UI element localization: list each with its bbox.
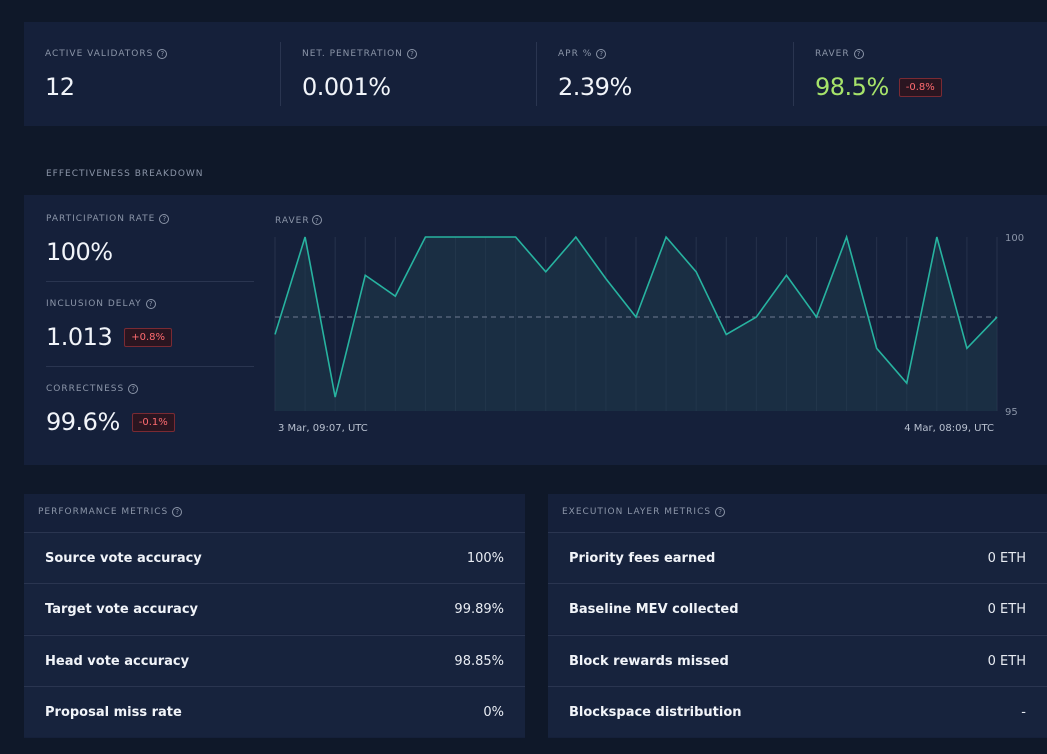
panel-title: EXECUTION LAYER METRICS — [562, 507, 712, 517]
section-title: EFFECTIVENESS BREAKDOWN — [46, 169, 204, 179]
stat-apr: APR %? 2.39% — [537, 22, 793, 126]
help-icon[interactable]: ? — [406, 49, 417, 59]
table-row: Proposal miss rate 0% — [24, 686, 525, 737]
row-label: Source vote accuracy — [45, 550, 202, 566]
help-icon[interactable]: ? — [853, 49, 864, 59]
table-row: Priority fees earned 0 ETH — [548, 532, 1047, 583]
divider — [46, 366, 254, 367]
stat-raver: RAVER? 98.5% -0.8% — [794, 22, 1044, 126]
stat-label: RAVER — [815, 49, 850, 59]
row-value: - — [1021, 704, 1026, 720]
metric-label: CORRECTNESS — [46, 384, 125, 394]
metric-value: 1.013 — [46, 323, 113, 351]
change-badge: -0.8% — [898, 77, 942, 97]
change-badge: +0.8% — [124, 327, 173, 347]
row-label: Priority fees earned — [569, 550, 716, 566]
help-icon[interactable]: ? — [128, 384, 139, 394]
y-tick-label: 100 — [1005, 233, 1024, 244]
top-stats-panel: ACTIVE VALIDATORS? 12 NET. PENETRATION? … — [24, 22, 1047, 126]
performance-metrics-panel: PERFORMANCE METRICS? Source vote accurac… — [24, 494, 525, 738]
row-label: Target vote accuracy — [45, 601, 199, 617]
x-end-label: 4 Mar, 08:09, UTC — [904, 423, 994, 434]
table-row: Blockspace distribution - — [548, 686, 1047, 737]
row-value: 100% — [466, 550, 504, 566]
help-icon[interactable]: ? — [715, 507, 726, 517]
stat-label: NET. PENETRATION — [302, 49, 403, 59]
table-row: Target vote accuracy 99.89% — [24, 583, 525, 634]
help-icon[interactable]: ? — [596, 49, 607, 59]
help-icon-glyph: ? — [315, 217, 319, 225]
chart-title: RAVER — [275, 216, 310, 226]
stat-label: ACTIVE VALIDATORS — [45, 49, 154, 59]
stat-net-penetration: NET. PENETRATION? 0.001% — [281, 22, 537, 126]
metric-label: PARTICIPATION RATE — [46, 214, 156, 224]
row-label: Blockspace distribution — [569, 704, 742, 720]
row-label: Head vote accuracy — [45, 653, 190, 669]
stat-value: 12 — [45, 73, 75, 101]
stat-value: 0.001% — [302, 73, 391, 101]
help-icon[interactable]: ? — [157, 49, 168, 59]
row-value: 0% — [483, 704, 504, 720]
row-value: 99.89% — [454, 601, 504, 617]
stat-value: 98.5% — [815, 73, 889, 101]
help-icon[interactable]: ? — [159, 214, 170, 224]
table-row: Source vote accuracy 100% — [24, 532, 525, 583]
help-icon[interactable]: ? — [172, 507, 183, 517]
metric-label: INCLUSION DELAY — [46, 299, 142, 309]
y-tick-label: 95 — [1005, 407, 1018, 418]
row-label: Baseline MEV collected — [569, 601, 739, 617]
table-row: Head vote accuracy 98.85% — [24, 635, 525, 686]
panel-title: PERFORMANCE METRICS — [38, 507, 169, 517]
row-label: Proposal miss rate — [45, 704, 182, 720]
help-icon[interactable]: ? — [145, 299, 156, 309]
x-start-label: 3 Mar, 09:07, UTC — [278, 423, 368, 434]
stat-label: APR % — [558, 49, 593, 59]
metric-value: 99.6% — [46, 408, 120, 436]
effectiveness-panel: PARTICIPATION RATE? 100% INCLUSION DELAY… — [24, 195, 1047, 465]
stat-value: 2.39% — [558, 73, 632, 101]
row-value: 98.85% — [454, 653, 504, 669]
change-badge: -0.1% — [131, 412, 175, 432]
metric-value: 100% — [46, 238, 113, 266]
table-row: Block rewards missed 0 ETH — [548, 635, 1047, 686]
row-value: 0 ETH — [987, 653, 1026, 669]
stat-active-validators: ACTIVE VALIDATORS? 12 — [24, 22, 280, 126]
row-value: 0 ETH — [987, 601, 1026, 617]
divider — [46, 281, 254, 282]
row-label: Block rewards missed — [569, 653, 729, 669]
table-row: Baseline MEV collected 0 ETH — [548, 583, 1047, 634]
execution-layer-metrics-panel: EXECUTION LAYER METRICS? Priority fees e… — [548, 494, 1047, 738]
row-value: 0 ETH — [987, 550, 1026, 566]
raver-line-chart[interactable]: RAVER ? 100 95 3 Mar, 09:07, UTC 4 Mar, 08:09… — [274, 209, 1034, 449]
